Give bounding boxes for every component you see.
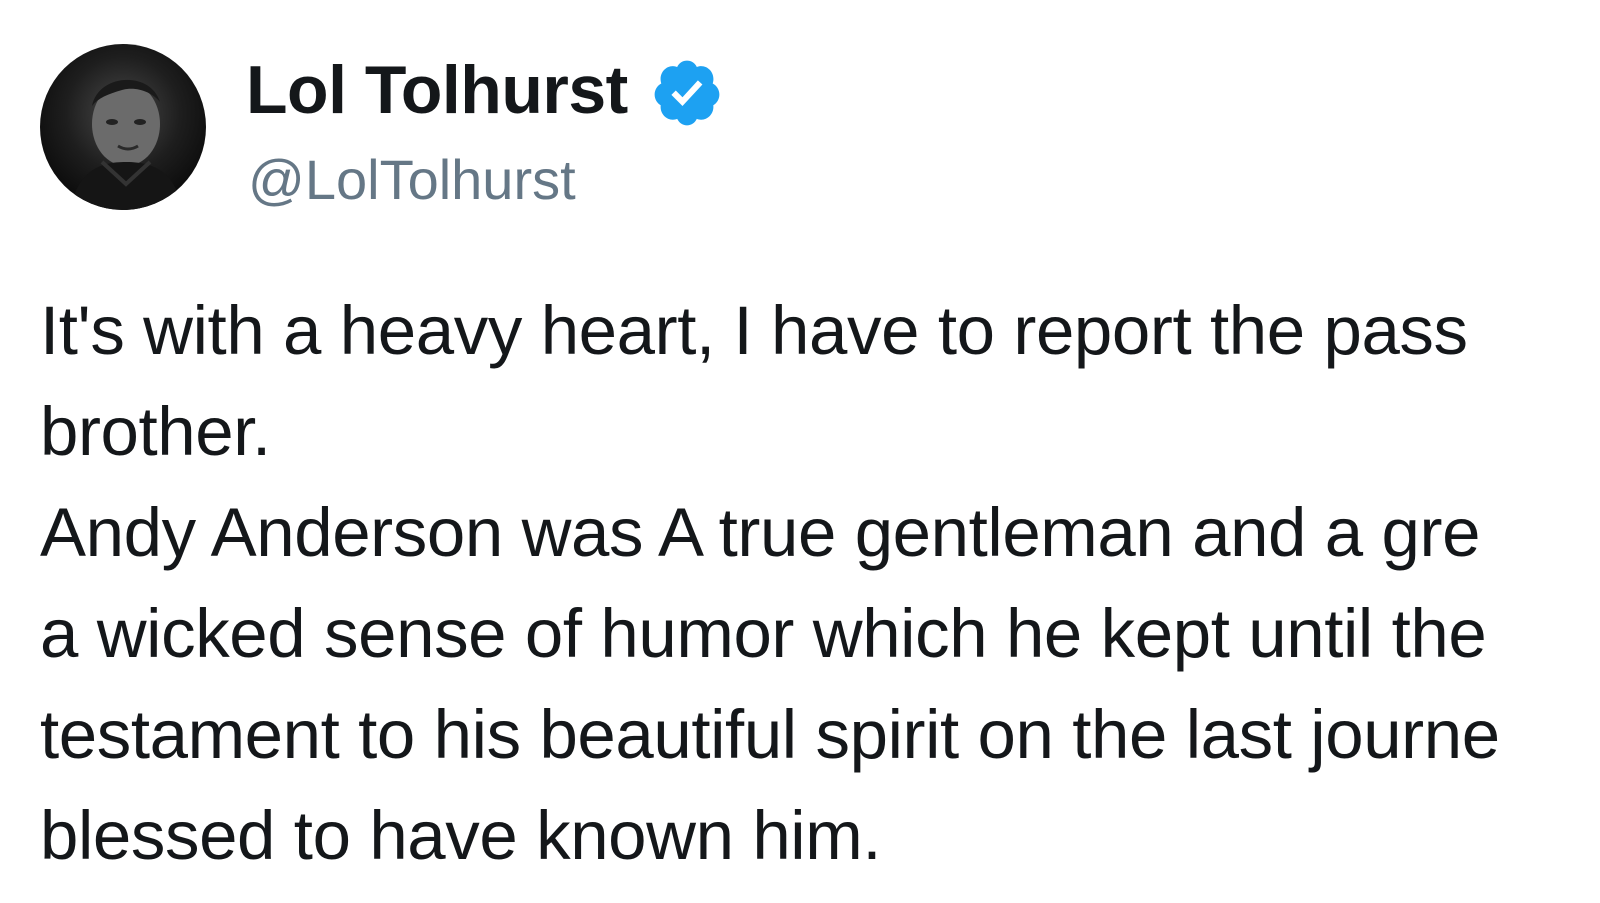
tweet-text-line: It's with a heavy heart, I have to repor… [40, 292, 1468, 369]
tweet-text-line: blessed to have known him. [40, 797, 882, 874]
verified-badge-icon [650, 56, 724, 130]
author-handle[interactable]: @LolTolhurst [248, 146, 576, 214]
tweet-text: It's with a heavy heart, I have to repor… [40, 280, 1600, 886]
tweet-text-line: a wicked sense of humor which he kept un… [40, 595, 1487, 672]
author-avatar[interactable] [40, 44, 206, 210]
tweet-text-line: brother. [40, 393, 271, 470]
tweet-text-line: Andy Anderson was A true gentleman and a… [40, 494, 1481, 571]
tweet-card: Lol Tolhurst @LolTolhurst It's with a he… [0, 0, 1600, 903]
tweet-text-line: testament to his beautiful spirit on the… [40, 696, 1500, 773]
author-display-name[interactable]: Lol Tolhurst [246, 50, 628, 130]
author-name-row: Lol Tolhurst [246, 50, 724, 130]
avatar-photo [70, 79, 182, 210]
